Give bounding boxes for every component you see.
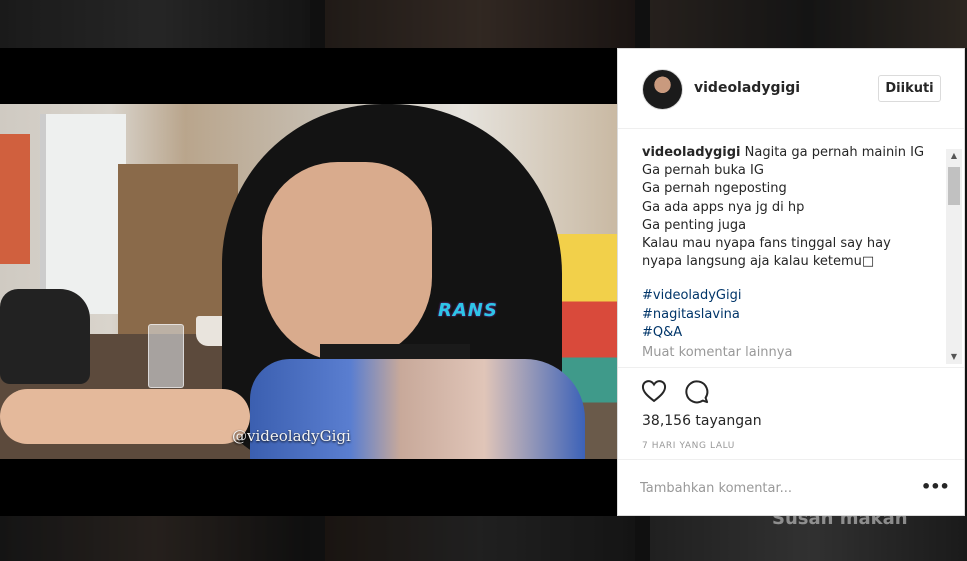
video-watermark-logo: RANS xyxy=(438,300,498,321)
video-scene-chair xyxy=(0,134,30,264)
video-frame[interactable]: RANS @videoladyGigi xyxy=(0,104,617,459)
more-horizontal-icon[interactable]: ••• xyxy=(921,477,950,496)
hashtag-link[interactable]: #Q&A xyxy=(642,324,942,342)
post-header: videoladygigi Diikuti xyxy=(618,49,964,129)
caption-line: Ga ada apps nya jg di hp xyxy=(642,199,805,215)
avatar[interactable] xyxy=(642,69,683,110)
comments-scrollbar[interactable]: ▲ ▼ xyxy=(946,149,962,364)
header-username[interactable]: videoladygigi xyxy=(694,80,800,96)
post-timestamp[interactable]: 7 HARI YANG LALU xyxy=(642,441,735,451)
caption-line: Ga pernah ngeposting xyxy=(642,181,787,197)
video-scene-person-face xyxy=(262,162,432,362)
caption-line: Kalau mau nyapa fans tinggal say hay xyxy=(642,236,891,252)
hashtag-link[interactable]: #nagitaslavina xyxy=(642,306,942,324)
caption-username[interactable]: videoladygigi xyxy=(642,145,741,160)
caption-line: nyapa langsung aja kalau ketemu□ xyxy=(642,254,875,270)
caption-line: Ga pernah buka IG xyxy=(642,163,764,179)
video-watermark-handle: @videoladyGigi xyxy=(232,427,351,445)
hashtag-link[interactable]: #videoladyGigi xyxy=(642,287,942,305)
video-scene-window xyxy=(40,114,126,314)
video-scene-glass xyxy=(148,324,184,388)
video-scene-person-arm xyxy=(0,389,250,444)
scrollbar-thumb[interactable] xyxy=(948,167,960,205)
load-more-comments-link[interactable]: Muat komentar lainnya xyxy=(642,344,942,362)
video-player[interactable]: RANS @videoladyGigi xyxy=(0,48,617,516)
comment-input[interactable] xyxy=(640,478,900,498)
caption-area: videoladygigi Nagita ga pernah mainin IG… xyxy=(642,144,942,366)
speech-bubble-icon xyxy=(685,380,709,404)
scroll-down-arrow-icon[interactable]: ▼ xyxy=(946,350,962,364)
view-count[interactable]: 38,156 tayangan xyxy=(642,413,762,429)
scroll-up-arrow-icon[interactable]: ▲ xyxy=(946,149,962,163)
caption-line: Nagita ga pernah mainin IG xyxy=(744,145,925,160)
caption-first-line: videoladygigi Nagita ga pernah mainin IG xyxy=(642,144,942,162)
like-button[interactable] xyxy=(640,377,668,405)
heart-icon xyxy=(641,380,667,403)
add-comment-section: ••• xyxy=(618,459,964,516)
following-button[interactable]: Diikuti xyxy=(878,75,941,102)
comment-button[interactable] xyxy=(682,377,710,405)
post-sidebar: videoladygigi Diikuti videoladygigi Nagi… xyxy=(617,48,965,516)
video-scene-bag xyxy=(0,289,90,384)
caption-line: Ga penting juga xyxy=(642,217,747,233)
